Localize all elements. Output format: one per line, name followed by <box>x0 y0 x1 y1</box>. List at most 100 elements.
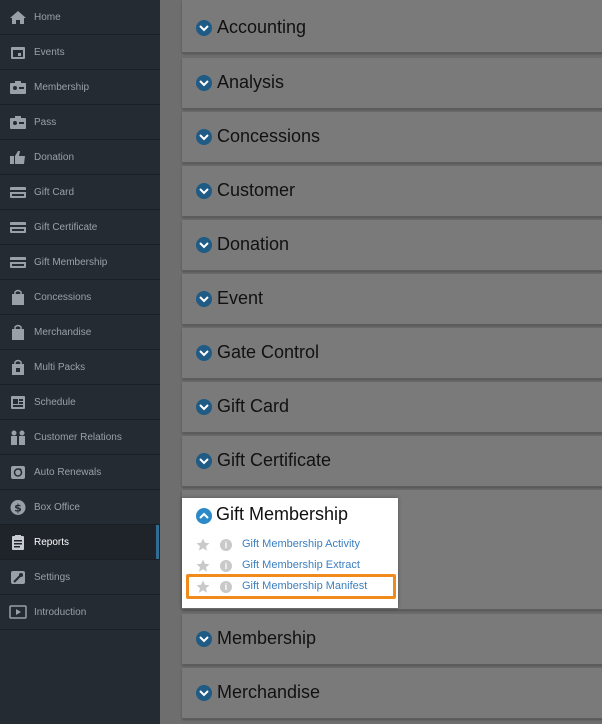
sidebar-item-introduction[interactable]: Introduction <box>0 595 160 630</box>
sidebar-item-label: Settings <box>34 572 71 583</box>
pass-card-icon <box>9 114 27 131</box>
chevron-down-icon <box>196 631 212 647</box>
membership-card-icon <box>9 79 27 96</box>
sidebar-item-home[interactable]: Home <box>0 0 160 35</box>
sidebar-item-gift-certificate[interactable]: Gift Certificate <box>0 210 160 245</box>
section-title: Gift Certificate <box>217 450 332 470</box>
sidebar-item-label: Box Office <box>34 502 80 513</box>
sidebar-item-label: Concessions <box>34 292 92 303</box>
section-title: Concessions <box>217 126 321 146</box>
chevron-down-icon <box>196 399 212 415</box>
chevron-up-icon[interactable] <box>196 508 212 524</box>
sidebar-item-multi-packs[interactable]: Multi Packs <box>0 350 160 385</box>
section-title: Merchandise <box>217 682 321 702</box>
star-icon[interactable] <box>196 538 210 552</box>
sidebar-item-schedule[interactable]: Schedule <box>0 385 160 420</box>
wrench-icon <box>9 569 27 586</box>
sidebar-item-events[interactable]: Events <box>0 35 160 70</box>
sidebar-item-pass[interactable]: Pass <box>0 105 160 140</box>
section-gift-card[interactable]: Gift Card <box>182 382 602 433</box>
sidebar-item-label: Auto Renewals <box>34 467 102 478</box>
section-accounting[interactable]: Accounting <box>182 0 602 53</box>
section-donation[interactable]: Donation <box>182 220 602 271</box>
reports-main-panel: Accounting Analysis Concessions Customer… <box>160 0 602 724</box>
sidebar-item-auto-renewals[interactable]: Auto Renewals <box>0 455 160 490</box>
sidebar-item-label: Gift Certificate <box>34 222 98 233</box>
sidebar-item-label: Gift Membership <box>34 257 108 268</box>
sidebar-nav: Home Events Membership Pass Donation Gif… <box>0 0 160 724</box>
chevron-down-icon <box>196 75 212 91</box>
section-title: Accounting <box>217 17 307 37</box>
sidebar-item-label: Gift Card <box>34 187 75 198</box>
sidebar-item-label: Merchandise <box>34 327 92 338</box>
clipboard-icon <box>9 534 27 551</box>
calendar-icon <box>9 44 27 61</box>
schedule-icon <box>9 394 27 411</box>
section-membership[interactable]: Membership <box>182 614 602 665</box>
chevron-down-icon <box>196 345 212 361</box>
sidebar-item-customer-relations[interactable]: Customer Relations <box>0 420 160 455</box>
section-title: Customer <box>217 180 296 200</box>
info-icon[interactable]: i <box>220 539 232 551</box>
report-item: i Gift Membership Activity <box>196 537 396 555</box>
svg-text:$: $ <box>14 502 22 515</box>
star-icon[interactable] <box>196 559 210 573</box>
section-gate-control[interactable]: Gate Control <box>182 328 602 379</box>
sidebar-item-concessions[interactable]: Concessions <box>0 280 160 315</box>
chevron-down-icon <box>196 685 212 701</box>
certificate-card-icon <box>9 219 27 236</box>
gift-membership-card-icon <box>9 254 27 271</box>
section-title: Gate Control <box>217 342 320 362</box>
sidebar-item-membership[interactable]: Membership <box>0 70 160 105</box>
sidebar-item-gift-card[interactable]: Gift Card <box>0 175 160 210</box>
bag-icon <box>9 324 27 341</box>
chevron-down-icon <box>196 183 212 199</box>
home-icon <box>9 9 27 26</box>
section-title: Event <box>217 288 264 308</box>
refresh-icon <box>9 464 27 481</box>
sidebar-item-box-office[interactable]: $ Box Office <box>0 490 160 525</box>
people-icon <box>9 429 27 446</box>
highlight-box <box>186 574 396 599</box>
section-title: Donation <box>217 234 290 254</box>
sidebar-item-merchandise[interactable]: Merchandise <box>0 315 160 350</box>
sidebar-item-settings[interactable]: Settings <box>0 560 160 595</box>
sidebar-item-label: Multi Packs <box>34 362 86 373</box>
report-link[interactable]: Gift Membership Extract <box>242 559 360 571</box>
shopping-bag-icon <box>9 289 27 306</box>
chevron-down-icon <box>196 291 212 307</box>
sidebar-item-label: Membership <box>34 82 90 93</box>
sidebar-item-reports[interactable]: Reports <box>0 525 160 560</box>
section-gift-certificate[interactable]: Gift Certificate <box>182 436 602 487</box>
chevron-down-icon <box>196 237 212 253</box>
section-title: Membership <box>217 628 317 648</box>
section-analysis[interactable]: Analysis <box>182 58 602 109</box>
sidebar-item-label: Reports <box>34 537 70 548</box>
section-event[interactable]: Event <box>182 274 602 325</box>
multi-pack-bag-icon <box>9 359 27 376</box>
sidebar-item-gift-membership[interactable]: Gift Membership <box>0 245 160 280</box>
chevron-down-icon <box>196 20 212 36</box>
section-concessions[interactable]: Concessions <box>182 112 602 163</box>
chevron-down-icon <box>196 129 212 145</box>
sidebar-item-label: Customer Relations <box>34 432 122 443</box>
thumbs-up-icon <box>9 149 27 166</box>
sidebar-item-label: Introduction <box>34 607 87 618</box>
sidebar-item-label: Schedule <box>34 397 76 408</box>
sidebar-item-donation[interactable]: Donation <box>0 140 160 175</box>
section-title: Gift Card <box>217 396 290 416</box>
sidebar-item-label: Pass <box>34 117 57 128</box>
dollar-icon: $ <box>9 499 27 516</box>
chevron-down-icon <box>196 453 212 469</box>
section-customer[interactable]: Customer <box>182 166 602 217</box>
report-link[interactable]: Gift Membership Activity <box>242 538 360 550</box>
section-merchandise[interactable]: Merchandise <box>182 668 602 719</box>
section-title[interactable]: Gift Membership <box>216 504 348 525</box>
sidebar-item-label: Donation <box>34 152 75 163</box>
info-icon[interactable]: i <box>220 560 232 572</box>
credit-card-icon <box>9 184 27 201</box>
play-icon <box>9 604 27 621</box>
sidebar-item-label: Home <box>34 12 61 23</box>
section-title: Analysis <box>217 72 285 92</box>
sidebar-item-label: Events <box>34 47 65 58</box>
